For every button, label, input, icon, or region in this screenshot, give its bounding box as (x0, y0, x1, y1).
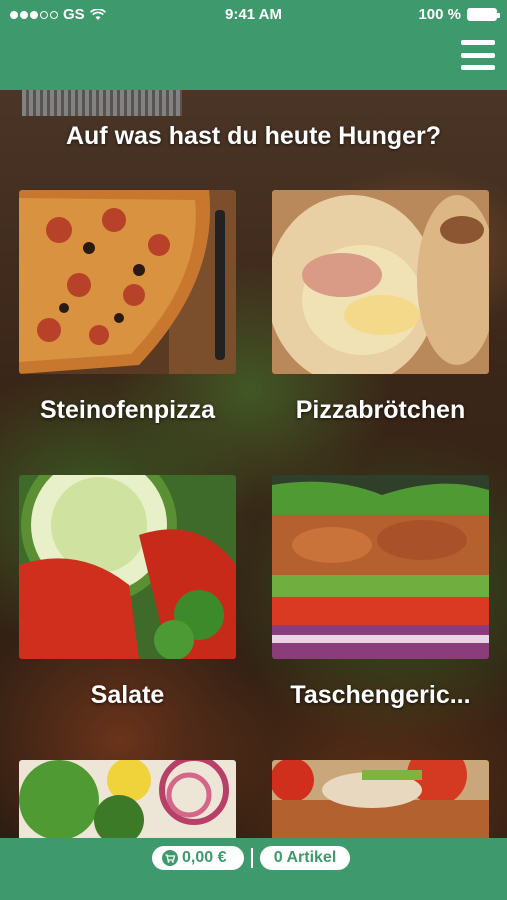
page-headline: Auf was hast du heute Hunger? (65, 122, 442, 150)
cart-total-button[interactable]: 0,00 € (152, 846, 244, 870)
background-decor (22, 90, 182, 116)
app-screen: GS 9:41 AM 100 % Auf was hast du heute H… (0, 0, 507, 900)
battery-icon (467, 8, 500, 21)
divider (251, 848, 253, 868)
hamburger-menu-icon[interactable] (461, 40, 495, 70)
cart-icon (162, 850, 178, 866)
pizza-roll-photo (272, 190, 489, 374)
cart-item-count: 0 Artikel (273, 849, 337, 866)
salad-photo (19, 475, 236, 659)
category-tile-steinofenpizza[interactable]: Steinofenpizza (19, 190, 236, 424)
cart-count-button[interactable]: 0 Artikel (260, 846, 350, 870)
category-label: Pizzabrötchen (295, 396, 466, 424)
pizza-photo (19, 190, 236, 374)
category-tile-salate[interactable]: Salate (19, 475, 236, 709)
cart-total: 0,00 € (182, 849, 227, 866)
category-tile-pizzabroetchen[interactable]: Pizzabrötchen (272, 190, 489, 424)
category-tile-taschengerichte[interactable]: Taschengeric... (272, 475, 489, 709)
category-label: Taschengeric... (290, 681, 471, 709)
status-bar: GS 9:41 AM 100 % (0, 0, 507, 28)
battery-indicator: 100 % (418, 6, 500, 23)
kebab-photo (272, 475, 489, 659)
category-label: Salate (90, 681, 165, 709)
top-bar: GS 9:41 AM 100 % (0, 0, 507, 90)
battery-percent: 100 % (418, 6, 461, 23)
cart-bar: 0,00 € 0 Artikel (0, 838, 507, 900)
category-label: Steinofenpizza (39, 396, 215, 424)
